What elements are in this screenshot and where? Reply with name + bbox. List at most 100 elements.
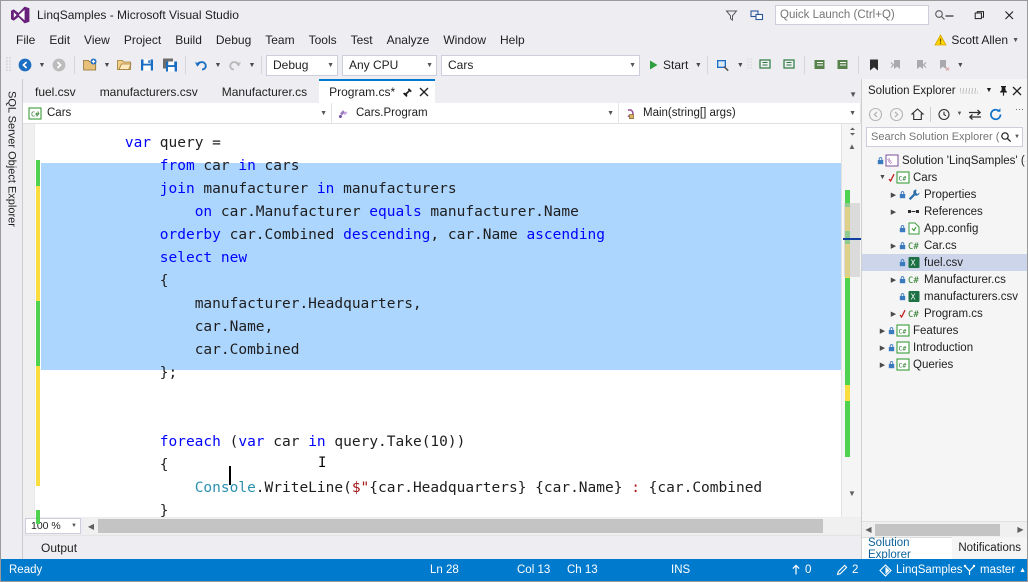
chevron-up-icon[interactable]: ▲ xyxy=(1019,567,1026,574)
minimize-button[interactable] xyxy=(935,3,963,27)
solution-explorer-tree[interactable]: %Solution 'LinqSamples' (4 proj ▼ C# Cars ▶ P… xyxy=(862,150,1027,521)
send-feedback-icon[interactable] xyxy=(745,4,769,26)
next-bookmark-icon[interactable] xyxy=(909,54,931,76)
toolbar-grip[interactable] xyxy=(746,56,754,74)
quick-launch-box[interactable] xyxy=(775,5,945,25)
new-project-icon[interactable] xyxy=(79,54,101,76)
scroll-right-arrow-icon[interactable]: ▶ xyxy=(1014,525,1027,534)
tab-solution-explorer[interactable]: Solution Explorer xyxy=(862,537,953,561)
editor-horizontal-scrollbar[interactable]: ◀ xyxy=(84,518,861,534)
clear-bookmarks-icon[interactable] xyxy=(932,54,954,76)
pending-changes-filter-icon[interactable] xyxy=(934,104,954,124)
start-dropdown-icon[interactable]: ▼ xyxy=(693,54,703,76)
panel-dropdown-icon[interactable]: ▼ xyxy=(982,82,996,100)
tree-item-references[interactable]: ▶ References xyxy=(862,203,1027,220)
solution-explorer-horizontal-scrollbar[interactable]: ◀ ▶ xyxy=(862,521,1027,537)
start-debug-button[interactable]: Start xyxy=(644,54,692,76)
status-unpublished-commits[interactable]: 0 xyxy=(791,559,811,581)
scroll-thumb[interactable] xyxy=(844,203,860,277)
document-tab-manufacturer-cs[interactable]: Manufacturer.cs xyxy=(209,81,320,103)
menu-item-analyze[interactable]: Analyze xyxy=(380,31,437,49)
menu-item-tools[interactable]: Tools xyxy=(302,31,344,49)
undo-dropdown-icon[interactable]: ▼ xyxy=(213,54,223,76)
pin-icon[interactable] xyxy=(402,87,413,98)
step-into-icon[interactable] xyxy=(809,54,831,76)
sync-with-active-document-icon[interactable] xyxy=(965,104,985,124)
menu-item-view[interactable]: View xyxy=(77,31,117,49)
filter-dropdown-icon[interactable]: ▼ xyxy=(955,104,964,124)
step-over-icon[interactable] xyxy=(832,54,854,76)
navbar-type-combo[interactable]: Cars.Program ▼ xyxy=(332,103,619,123)
tree-item-properties[interactable]: ▶ Properties xyxy=(862,186,1027,203)
tree-item-manufacturers-csv[interactable]: Xmanufacturers.csv xyxy=(862,288,1027,305)
chevron-down-icon[interactable]: ▼ xyxy=(1014,134,1020,140)
bookmark-icon[interactable] xyxy=(863,54,885,76)
navigate-forward-icon[interactable] xyxy=(48,54,70,76)
expander-expanded-icon[interactable]: ▼ xyxy=(877,174,888,181)
solution-configuration-combo[interactable]: Debug ▼ xyxy=(266,54,338,76)
increase-indent-icon[interactable] xyxy=(755,54,777,76)
chevron-down-icon[interactable]: ▼ xyxy=(1012,37,1019,44)
search-icon[interactable] xyxy=(1000,131,1012,143)
scroll-thumb[interactable] xyxy=(875,523,1000,536)
close-icon[interactable] xyxy=(1010,82,1024,100)
pin-icon[interactable] xyxy=(996,82,1010,100)
save-icon[interactable] xyxy=(136,54,158,76)
output-panel-tab[interactable]: Output xyxy=(23,535,861,559)
undo-icon[interactable] xyxy=(190,54,212,76)
solution-explorer-search-box[interactable]: ▼ xyxy=(866,127,1023,147)
code-text-area[interactable]: var query = from car in cars join manufa… xyxy=(41,124,841,517)
editor-vertical-scrollbar[interactable]: ▲ ▼ xyxy=(841,124,861,517)
tree-item-program-cs[interactable]: ▶ C# Program.cs xyxy=(862,305,1027,322)
status-repository[interactable]: LinqSamples xyxy=(879,559,962,581)
tree-item-cars[interactable]: ▼ C# Cars xyxy=(862,169,1027,186)
scroll-left-arrow-icon[interactable]: ◀ xyxy=(84,522,98,531)
scroll-up-arrow-icon[interactable]: ▲ xyxy=(842,138,862,154)
scroll-left-arrow-icon[interactable]: ◀ xyxy=(862,525,875,534)
open-file-icon[interactable] xyxy=(113,54,135,76)
menu-item-project[interactable]: Project xyxy=(117,31,168,49)
expander-collapsed-icon[interactable]: ▶ xyxy=(888,208,899,216)
toolbar-grip[interactable] xyxy=(5,56,13,74)
account-area[interactable]: Scott Allen ▼ xyxy=(934,29,1019,51)
close-button[interactable] xyxy=(995,3,1023,27)
menu-item-help[interactable]: Help xyxy=(493,31,532,49)
panel-drag-grip[interactable] xyxy=(959,85,978,96)
document-tab-manufacturers-csv[interactable]: manufacturers.csv xyxy=(87,81,210,103)
menu-item-build[interactable]: Build xyxy=(168,31,209,49)
tab-list-dropdown-icon[interactable]: ▼ xyxy=(849,90,857,99)
document-tab-fuel-csv[interactable]: fuel.csv xyxy=(23,81,88,103)
status-pending-edits[interactable]: 2 xyxy=(836,559,858,581)
editor-split-handle[interactable] xyxy=(844,124,860,138)
redo-icon[interactable] xyxy=(224,54,246,76)
document-tab-program-cs[interactable]: Program.cs* xyxy=(319,79,436,103)
menu-item-edit[interactable]: Edit xyxy=(42,31,77,49)
status-branch[interactable]: master ▲ xyxy=(963,559,1026,581)
tree-item-queries[interactable]: ▶ C# Queries xyxy=(862,356,1027,373)
menu-item-debug[interactable]: Debug xyxy=(209,31,258,49)
menu-item-team[interactable]: Team xyxy=(258,31,301,49)
tree-item-manufacturer-cs[interactable]: ▶ C# Manufacturer.cs xyxy=(862,271,1027,288)
navbar-member-combo[interactable]: Main(string[] args) ▼ xyxy=(619,103,861,123)
refresh-icon[interactable] xyxy=(986,104,1006,124)
close-icon[interactable] xyxy=(419,87,429,97)
restore-button[interactable] xyxy=(965,3,993,27)
solution-explorer-search-input[interactable] xyxy=(871,131,1001,143)
tree-item-solution-linqsamples-4-proj[interactable]: %Solution 'LinqSamples' (4 proj xyxy=(862,152,1027,169)
tree-item-car-cs[interactable]: ▶ C# Car.cs xyxy=(862,237,1027,254)
attach-dropdown-icon[interactable]: ▼ xyxy=(735,54,745,76)
quick-launch-input[interactable] xyxy=(780,9,934,21)
toolbar-overflow-icon[interactable]: ⋯ xyxy=(1015,104,1024,115)
expander-collapsed-icon[interactable]: ▶ xyxy=(888,242,899,250)
tree-item-introduction[interactable]: ▶ C# Introduction xyxy=(862,339,1027,356)
navigate-back-icon[interactable] xyxy=(865,104,885,124)
expander-collapsed-icon[interactable]: ▶ xyxy=(888,191,899,199)
redo-dropdown-icon[interactable]: ▼ xyxy=(247,54,257,76)
menu-item-file[interactable]: File xyxy=(9,31,42,49)
tree-item-app-config[interactable]: App.config xyxy=(862,220,1027,237)
home-icon[interactable] xyxy=(907,104,927,124)
sql-server-object-explorer-tab[interactable]: SQL Server Object Explorer xyxy=(2,85,21,233)
scroll-thumb[interactable] xyxy=(98,519,823,533)
menu-item-test[interactable]: Test xyxy=(344,31,380,49)
navigate-forward-icon[interactable] xyxy=(886,104,906,124)
